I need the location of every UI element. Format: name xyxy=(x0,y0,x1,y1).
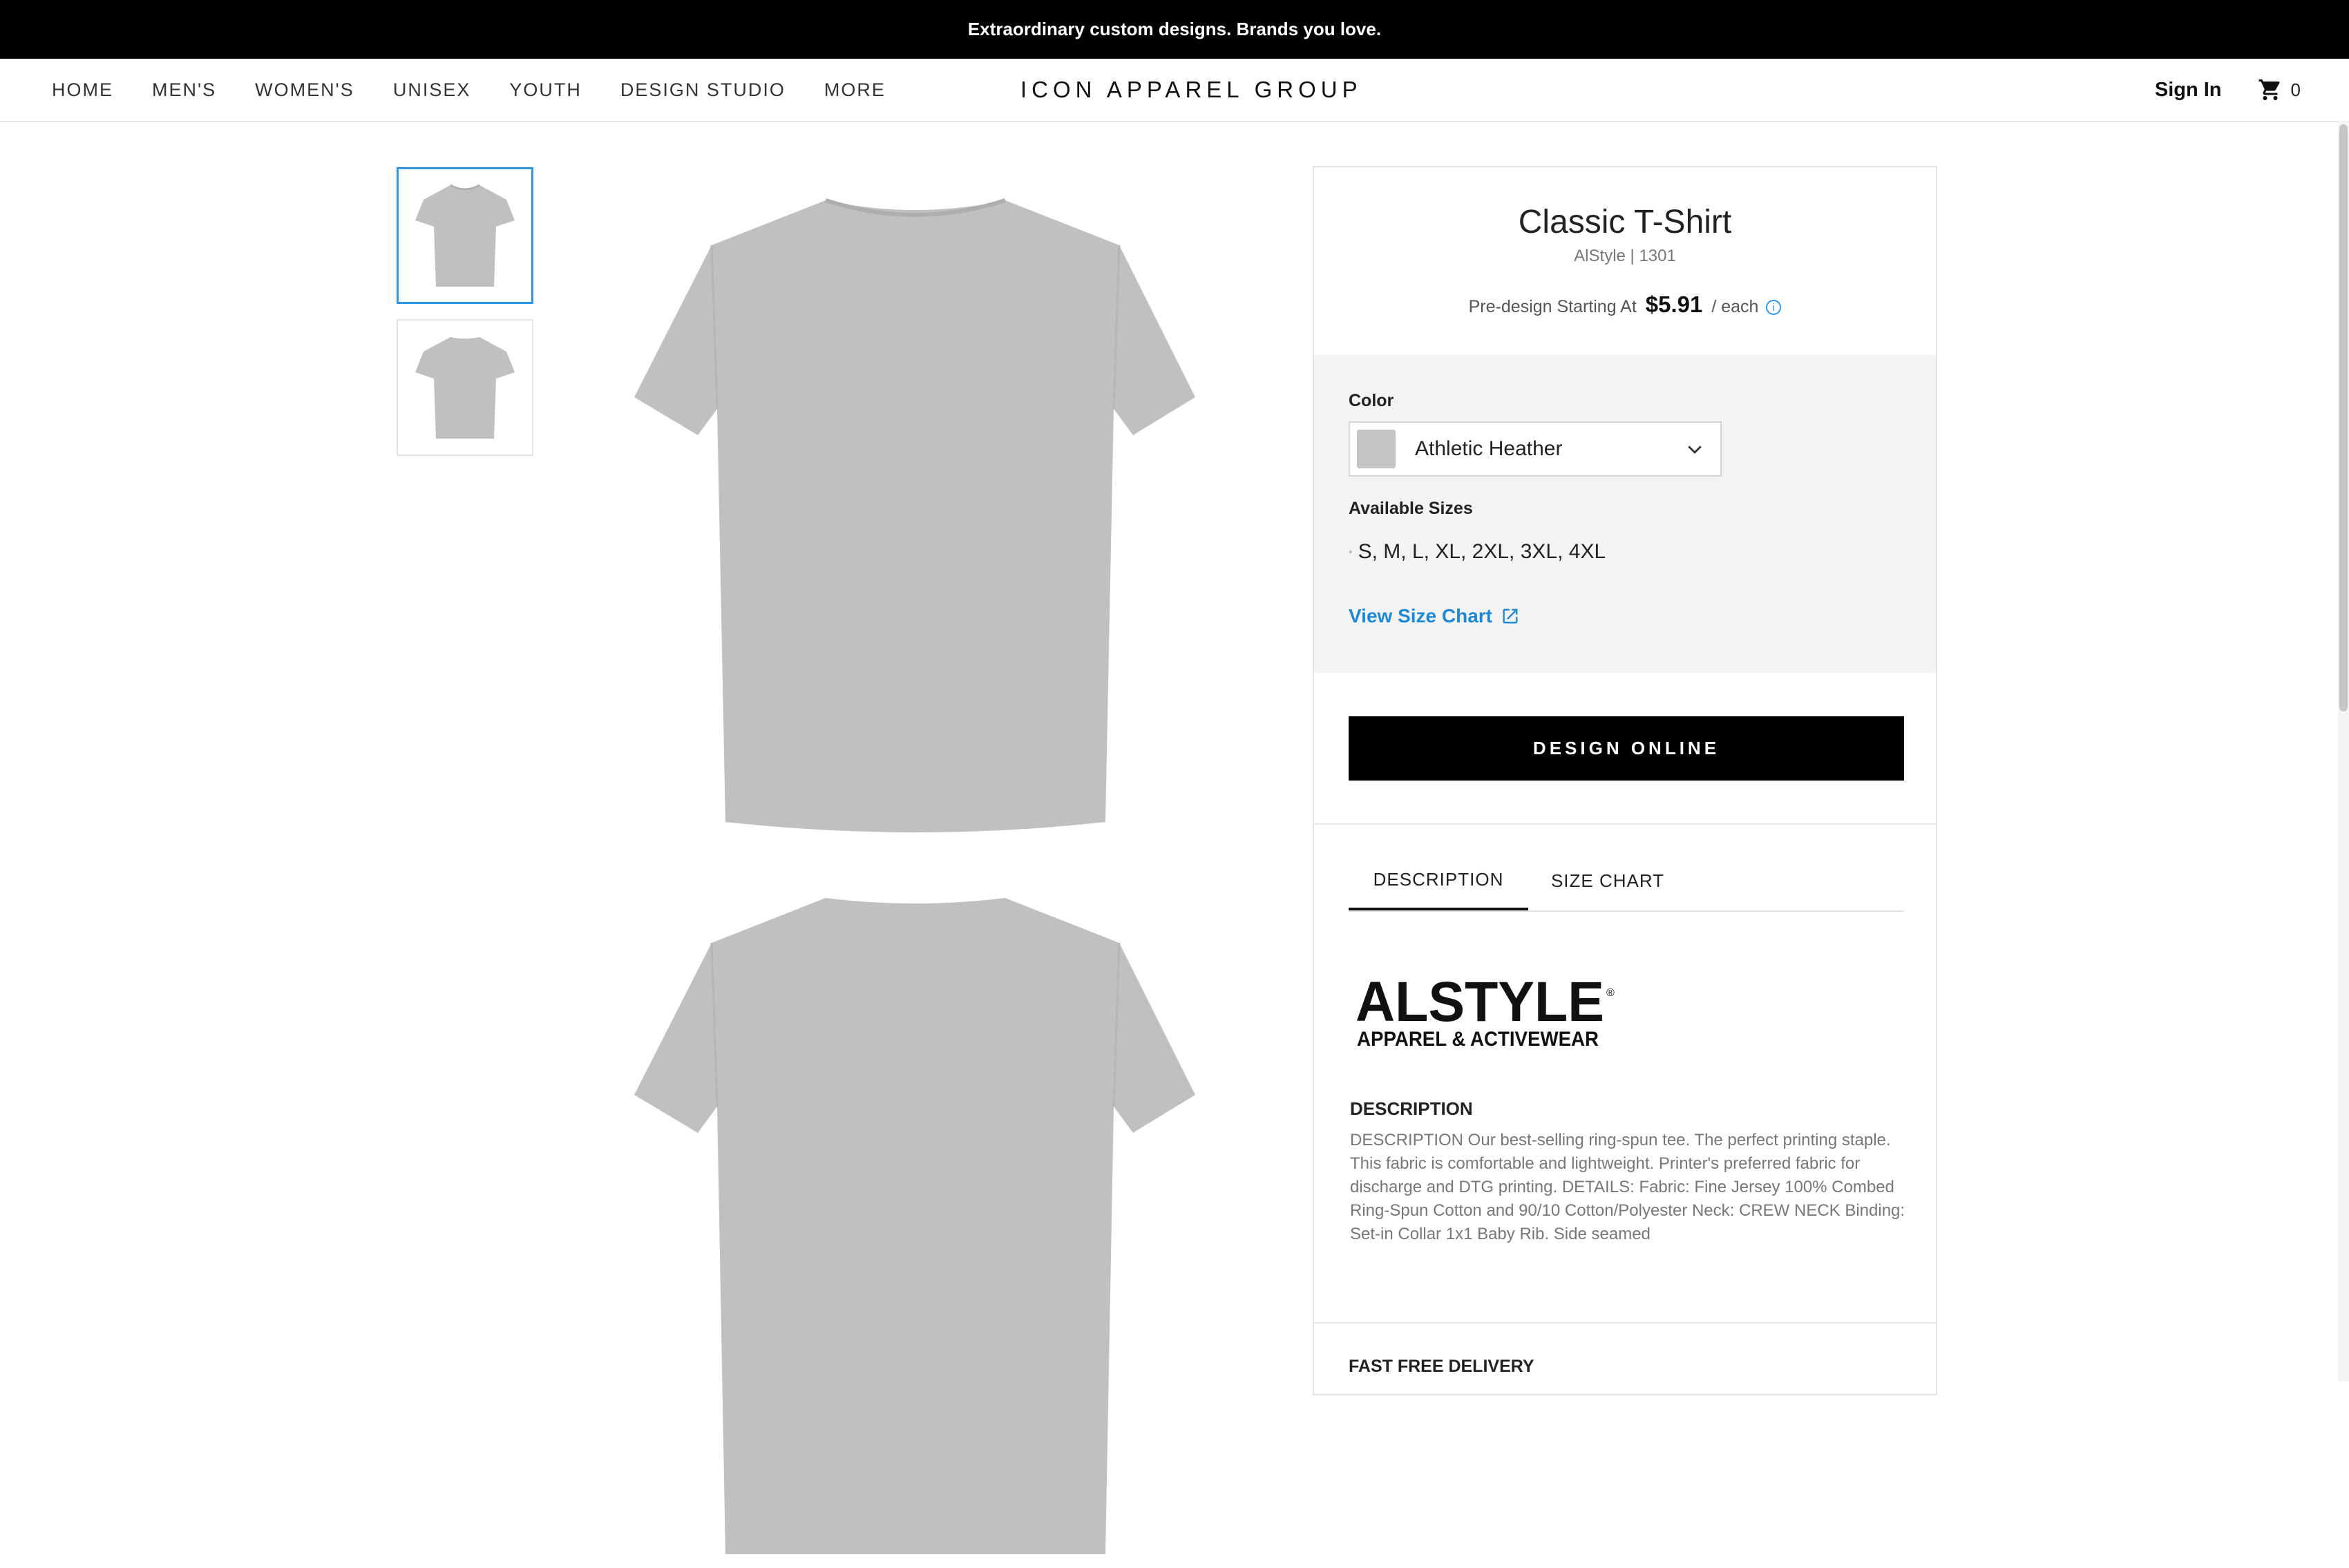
description-heading: DESCRIPTION xyxy=(1350,1098,1473,1119)
nav-home[interactable]: HOME xyxy=(52,79,113,101)
tab-description[interactable]: DESCRIPTION xyxy=(1349,851,1528,910)
nav-youth[interactable]: YOUTH xyxy=(509,79,582,101)
logo-tagline: APPAREL & ACTIVEWEAR xyxy=(1357,1028,1599,1051)
promo-text: Extraordinary custom designs. Brands you… xyxy=(967,19,1382,39)
price-prefix: Pre-design Starting At xyxy=(1468,297,1637,316)
panel-divider-2 xyxy=(1314,1322,1936,1323)
product-panel: Classic T-Shirt AlStyle | 1301 Pre-desig… xyxy=(1313,166,1937,1395)
size-chart-link-label: View Size Chart xyxy=(1349,605,1493,627)
info-tabs: DESCRIPTION SIZE CHART xyxy=(1349,851,1904,912)
header-actions: Sign In 0 xyxy=(2155,59,2301,121)
product-brand-sku: AlStyle | 1301 xyxy=(1574,247,1676,265)
logo-registered-mark: ® xyxy=(1606,987,1615,999)
product-price: Pre-design Starting At $5.91 / each i xyxy=(1314,291,1936,318)
color-label: Color xyxy=(1349,391,1394,410)
main-nav: HOME MEN'S WOMEN'S UNISEX YOUTH DESIGN S… xyxy=(52,59,886,121)
view-size-chart-link[interactable]: View Size Chart xyxy=(1349,605,1520,627)
nav-more[interactable]: MORE xyxy=(824,79,886,101)
logo-wordmark: ALSTYLE xyxy=(1356,975,1604,1033)
cart-button[interactable]: 0 xyxy=(2258,77,2301,102)
price-suffix: / each xyxy=(1711,297,1759,316)
delivery-heading: FAST FREE DELIVERY xyxy=(1349,1357,1534,1376)
cart-count: 0 xyxy=(2290,79,2301,100)
nav-design-studio[interactable]: DESIGN STUDIO xyxy=(620,79,786,101)
info-icon[interactable]: i xyxy=(1766,300,1782,316)
tshirt-back-thumbnail xyxy=(415,336,515,439)
tshirt-front-image xyxy=(634,198,1195,832)
chevron-down-icon xyxy=(1688,446,1702,454)
nav-mens[interactable]: MEN'S xyxy=(152,79,216,101)
tshirt-back-image xyxy=(634,898,1195,1554)
product-title: Classic T-Shirt xyxy=(1518,204,1732,240)
cart-icon xyxy=(2258,79,2280,100)
description-body: DESCRIPTION Our best-selling ring-spun t… xyxy=(1350,1131,1905,1243)
product-options: Color Athletic Heather Available Sizes •… xyxy=(1314,355,1936,673)
product-image-front[interactable] xyxy=(622,187,1209,863)
color-select[interactable]: Athletic Heather xyxy=(1349,421,1722,477)
color-swatch xyxy=(1357,430,1396,468)
price-amount: $5.91 xyxy=(1645,291,1703,317)
tshirt-front-thumbnail xyxy=(415,184,515,287)
scrollbar-thumb[interactable] xyxy=(2339,124,2348,711)
promo-bar: Extraordinary custom designs. Brands you… xyxy=(0,0,2349,59)
site-header: HOME MEN'S WOMEN'S UNISEX YOUTH DESIGN S… xyxy=(0,59,2349,122)
site-brand-logo[interactable]: ICON APPAREL GROUP xyxy=(1020,59,1362,121)
nav-womens[interactable]: WOMEN'S xyxy=(255,79,354,101)
external-link-icon xyxy=(1503,609,1518,624)
nav-unisex[interactable]: UNISEX xyxy=(393,79,471,101)
sizes-label: Available Sizes xyxy=(1349,499,1473,518)
thumbnail-front[interactable] xyxy=(397,167,533,304)
size-bullet: • xyxy=(1349,546,1353,559)
color-value: Athletic Heather xyxy=(1415,437,1563,460)
sizes-value: S, M, L, XL, 2XL, 3XL, 4XL xyxy=(1358,540,1606,563)
panel-divider xyxy=(1314,823,1936,825)
alstyle-logo: ALSTYLE ® APPAREL & ACTIVEWEAR xyxy=(1356,975,1615,1051)
tab-size-chart[interactable]: SIZE CHART xyxy=(1528,851,1687,910)
design-online-button[interactable]: DESIGN ONLINE xyxy=(1349,716,1904,781)
sign-in-link[interactable]: Sign In xyxy=(2155,79,2222,102)
thumbnail-back[interactable] xyxy=(397,319,533,456)
sizes-list: • S, M, L, XL, 2XL, 3XL, 4XL xyxy=(1349,540,1606,564)
product-image-back[interactable] xyxy=(622,891,1209,1568)
